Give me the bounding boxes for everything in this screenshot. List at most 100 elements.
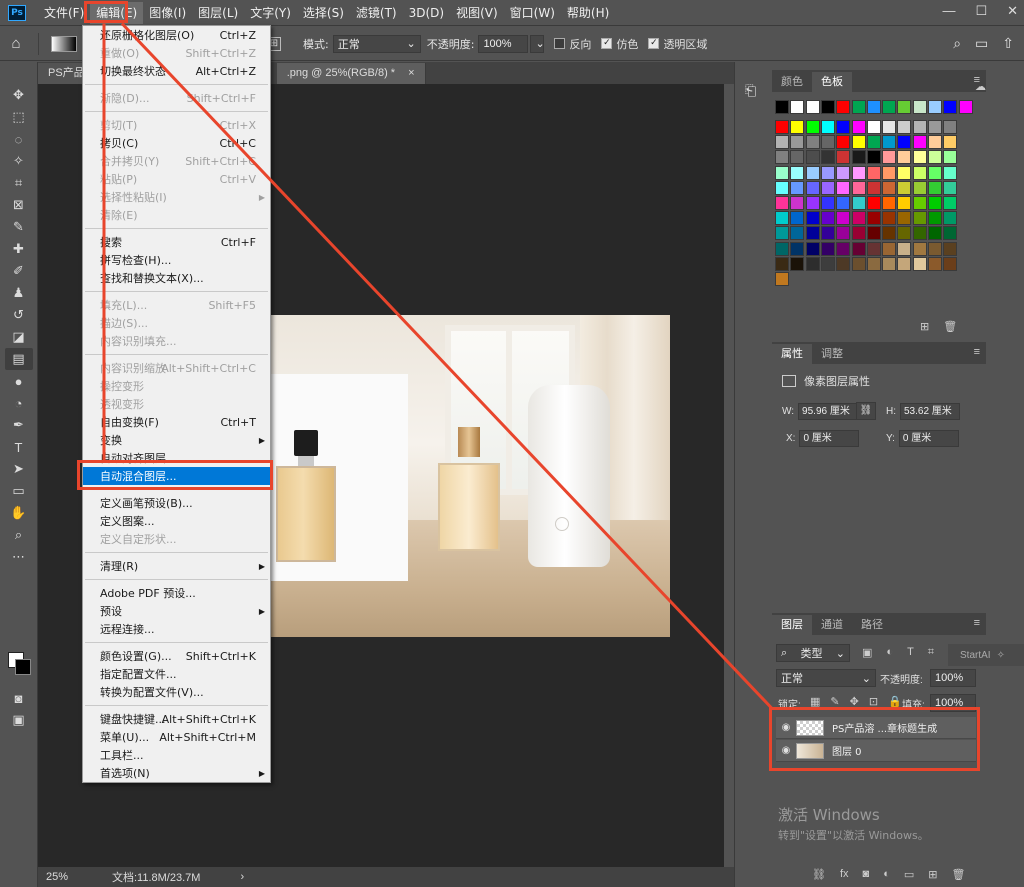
color-swatch[interactable]	[912, 180, 927, 195]
color-swatch[interactable]	[866, 211, 881, 226]
tab-layers[interactable]: 图层	[772, 615, 812, 635]
color-swatch[interactable]	[882, 180, 897, 195]
color-swatch[interactable]	[836, 135, 851, 150]
trash-icon[interactable]: 🗑	[951, 868, 965, 881]
color-swatch[interactable]	[912, 120, 927, 134]
menu-item[interactable]: 菜单(U)... Alt+Shift+Ctrl+M	[83, 728, 270, 746]
color-swatch[interactable]	[912, 196, 927, 210]
add-mask-icon[interactable]: ◙	[863, 868, 870, 881]
color-swatch[interactable]	[851, 211, 866, 226]
color-swatch[interactable]	[775, 165, 789, 180]
color-swatch[interactable]	[897, 150, 912, 165]
reverse-checkbox[interactable]: 反向	[554, 36, 591, 52]
color-swatch[interactable]	[820, 165, 835, 180]
menu-item[interactable]: 键盘快捷键... Alt+Shift+Ctrl+K	[83, 710, 270, 728]
color-swatch[interactable]	[790, 196, 805, 210]
menu-image[interactable]: 图像(I)	[143, 2, 192, 24]
color-swatch[interactable]	[882, 135, 897, 150]
path-select-tool-icon[interactable]: ➤	[5, 458, 33, 480]
eyedropper-tool-icon[interactable]: ✎	[5, 216, 33, 238]
color-swatch[interactable]	[851, 150, 866, 165]
share-icon[interactable]: ⇧	[1002, 35, 1014, 52]
color-swatch[interactable]	[836, 100, 851, 114]
color-swatch[interactable]	[851, 226, 866, 241]
menu-item[interactable]: 查找和替换文本(X)...	[83, 269, 270, 287]
color-swatch[interactable]	[943, 211, 958, 226]
menu-item[interactable]: 定义图案...	[83, 512, 270, 530]
menu-item[interactable]: 转换为配置文件(V)...	[83, 683, 270, 701]
color-swatch[interactable]	[897, 226, 912, 241]
adjustment-layer-icon[interactable]: ◐	[883, 868, 890, 881]
color-swatch[interactable]	[943, 256, 958, 271]
color-swatch[interactable]	[805, 196, 820, 210]
color-swatch[interactable]	[775, 256, 789, 271]
menu-item[interactable]: 切换最终状态 Alt+Ctrl+Z	[83, 62, 270, 80]
more-tools-icon[interactable]: ⋯	[5, 546, 33, 568]
link-dimensions-icon[interactable]: ⛓	[856, 402, 876, 420]
color-swatch[interactable]	[866, 226, 881, 241]
tab-swatches[interactable]: 色板	[812, 72, 852, 92]
quick-mask-icon[interactable]: ◙	[5, 687, 33, 709]
color-swatch[interactable]	[790, 135, 805, 150]
color-swatch[interactable]	[790, 180, 805, 195]
color-swatch[interactable]	[928, 150, 942, 165]
menu-help[interactable]: 帮助(H)	[561, 2, 615, 24]
color-swatch[interactable]	[866, 180, 881, 195]
color-swatch[interactable]	[882, 256, 897, 271]
color-swatch[interactable]	[882, 100, 897, 114]
marquee-tool-icon[interactable]: ⬚	[5, 106, 33, 128]
color-swatch[interactable]	[912, 211, 927, 226]
menu-item[interactable]: 拼写检查(H)...	[83, 251, 270, 269]
x-input[interactable]: 0 厘米	[799, 430, 860, 447]
rectangle-tool-icon[interactable]: ▭	[5, 480, 33, 502]
color-swatch[interactable]	[943, 150, 958, 165]
color-swatch[interactable]	[836, 165, 851, 180]
color-swatch[interactable]	[928, 180, 942, 195]
trash-icon[interactable]: 🗑	[943, 320, 957, 333]
menu-type[interactable]: 文字(Y)	[244, 2, 297, 24]
blur-tool-icon[interactable]: ●	[5, 370, 33, 392]
color-swatch[interactable]	[775, 150, 789, 165]
color-swatch[interactable]	[943, 241, 958, 256]
filter-pixel-icon[interactable]: ▣	[862, 646, 872, 659]
color-swatch[interactable]	[882, 165, 897, 180]
pen-tool-icon[interactable]: ✒	[5, 414, 33, 436]
menu-item[interactable]: 清理(R) ▶	[83, 557, 270, 575]
color-swatch[interactable]	[912, 256, 927, 271]
color-swatch[interactable]	[882, 196, 897, 210]
tab-paths[interactable]: 路径	[852, 615, 892, 635]
close-icon[interactable]: ×	[408, 67, 414, 79]
filter-type-icon[interactable]: T	[907, 646, 914, 659]
color-swatch[interactable]	[851, 120, 866, 134]
color-swatch[interactable]	[897, 120, 912, 134]
tab-properties[interactable]: 属性	[772, 344, 812, 364]
color-swatch[interactable]	[790, 150, 805, 165]
opacity-input[interactable]: 100%	[478, 34, 529, 53]
color-swatch[interactable]	[775, 196, 789, 210]
height-input[interactable]: 53.62 厘米	[900, 403, 960, 420]
color-swatch[interactable]	[866, 241, 881, 256]
filter-shape-icon[interactable]: ⌗	[928, 646, 934, 659]
magic-wand-tool-icon[interactable]: ✧	[5, 150, 33, 172]
color-swatch[interactable]	[851, 180, 866, 195]
new-swatch-icon[interactable]: ⊞	[920, 320, 929, 333]
fx-icon[interactable]: fx	[840, 868, 849, 881]
history-brush-tool-icon[interactable]: ↺	[5, 304, 33, 326]
gradient-tool-icon[interactable]: ▤	[4, 348, 33, 370]
color-swatch[interactable]	[851, 241, 866, 256]
color-swatch[interactable]	[958, 100, 973, 114]
color-swatch[interactable]	[928, 241, 942, 256]
workspace-icon[interactable]: ▭	[975, 35, 988, 52]
color-swatch[interactable]	[805, 135, 820, 150]
color-swatch[interactable]	[912, 226, 927, 241]
color-swatch[interactable]	[851, 135, 866, 150]
home-icon[interactable]: ⌂	[0, 35, 32, 52]
layer-opacity-input[interactable]: 100%	[930, 669, 976, 687]
color-swatch[interactable]	[790, 100, 805, 114]
color-swatch[interactable]	[851, 165, 866, 180]
color-swatch[interactable]	[790, 211, 805, 226]
color-swatch[interactable]	[943, 135, 958, 150]
color-swatch[interactable]	[866, 120, 881, 134]
startai-plugin[interactable]: StartAI ✧	[948, 644, 1024, 666]
chevron-right-icon[interactable]: ›	[240, 871, 244, 883]
